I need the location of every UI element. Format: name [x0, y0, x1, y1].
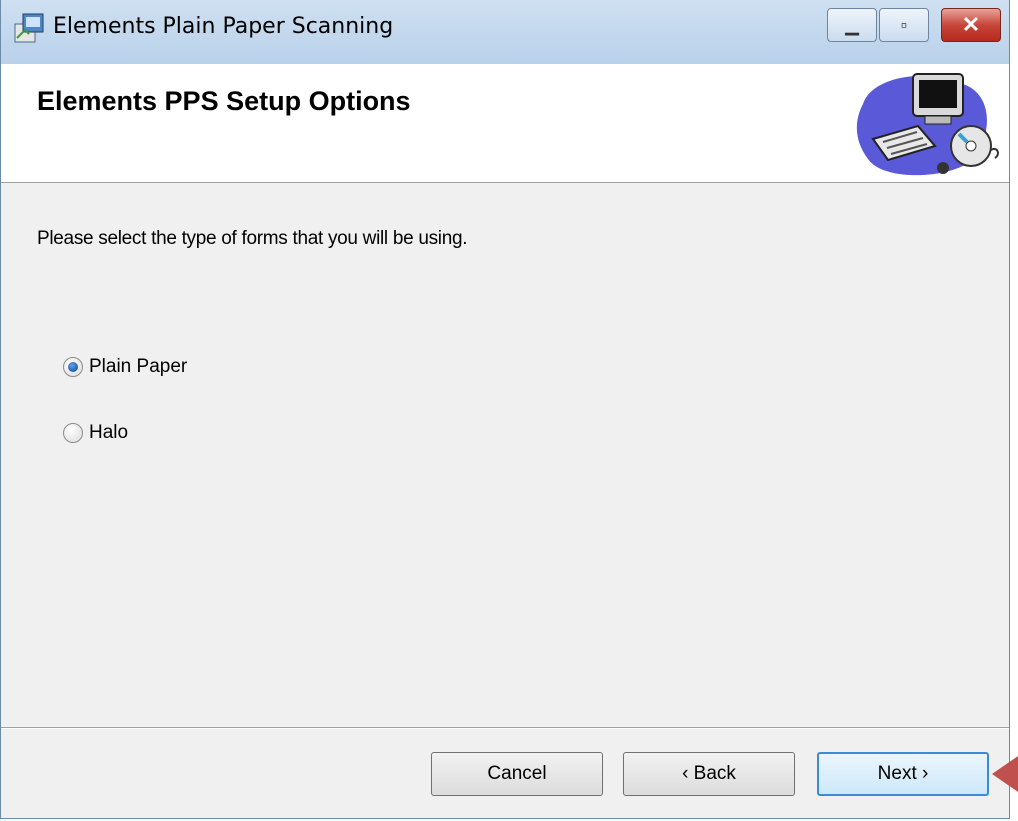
header-banner: Elements PPS Setup Options — [1, 64, 1009, 183]
back-button[interactable]: ‹ Back — [623, 752, 795, 796]
minimize-icon: ▁ — [845, 14, 859, 35]
installer-window: Elements Plain Paper Scanning ▁ ▫ ✕ Elem… — [0, 0, 1010, 819]
option-label-halo[interactable]: Halo — [89, 422, 128, 444]
close-button[interactable]: ✕ — [941, 8, 1001, 42]
radio-plain-paper[interactable] — [63, 357, 83, 377]
close-icon: ✕ — [961, 12, 981, 37]
option-plain-paper[interactable]: Plain Paper — [63, 356, 187, 378]
minimize-button[interactable]: ▁ — [827, 8, 877, 42]
option-label-plain-paper[interactable]: Plain Paper — [89, 356, 187, 378]
page-title: Elements PPS Setup Options — [37, 86, 411, 116]
option-halo[interactable]: Halo — [63, 422, 128, 444]
cancel-button[interactable]: Cancel — [431, 752, 603, 796]
computer-cd-icon — [856, 73, 999, 176]
instruction-text: Please select the type of forms that you… — [37, 228, 468, 249]
installer-app-icon — [14, 13, 44, 43]
next-button[interactable]: Next › — [817, 752, 989, 796]
radio-halo[interactable] — [63, 423, 83, 443]
maximize-button[interactable]: ▫ — [879, 8, 929, 42]
window-title: Elements Plain Paper Scanning — [53, 14, 394, 39]
title-bar[interactable]: Elements Plain Paper Scanning ▁ ▫ ✕ — [1, 0, 1009, 65]
footer-divider — [1, 727, 1009, 729]
maximize-icon: ▫ — [900, 14, 908, 35]
pointer-arrow-icon — [992, 756, 1018, 792]
